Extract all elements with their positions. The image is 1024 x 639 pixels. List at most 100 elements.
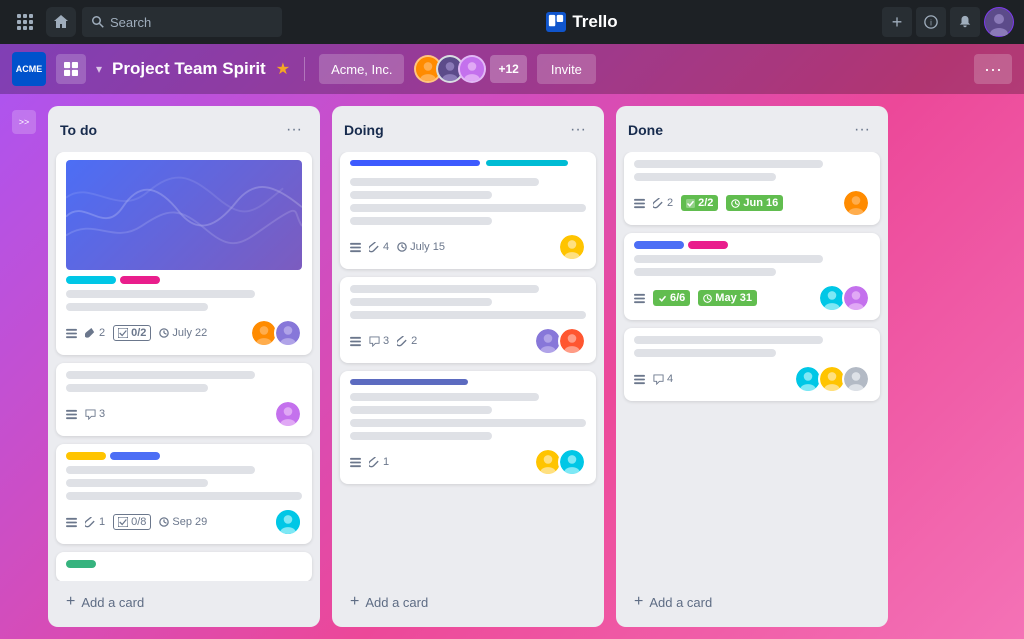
label-blue: [634, 241, 684, 249]
meta-attach: 4: [369, 241, 389, 253]
meta-attach: 1: [369, 456, 389, 468]
card-done-1[interactable]: 2 2/2 Jun 16: [624, 152, 880, 225]
card-done-3[interactable]: 4: [624, 328, 880, 401]
grid-menu-icon[interactable]: [10, 7, 40, 37]
card-avatar-gray: [842, 365, 870, 393]
card-todo-3[interactable]: 1 0/8 Sep 29: [56, 444, 312, 544]
meta-date: July 22: [159, 327, 207, 339]
card-meta: 1 0/8 Sep 29: [66, 508, 302, 536]
top-navigation: Search Trello + i: [0, 0, 1024, 44]
bar-blue2: [350, 379, 468, 385]
board-content: >> To do ···: [0, 94, 1024, 639]
card-text-3: [350, 204, 586, 212]
add-button[interactable]: +: [882, 7, 912, 37]
card-bars: [350, 160, 586, 170]
card-todo-2[interactable]: 3: [56, 363, 312, 436]
list-done: Done ··· 2 2/2: [616, 106, 888, 627]
list-todo-title: To do: [60, 122, 97, 138]
card-avatars: [794, 365, 870, 393]
card-avatar-orange: [842, 189, 870, 217]
board-chevron[interactable]: ▾: [96, 62, 102, 76]
card-todo-1[interactable]: 2 0/2: [56, 152, 312, 355]
card-done-2[interactable]: 6/6 May 31: [624, 233, 880, 320]
card-labels: [66, 452, 302, 460]
list-todo-menu[interactable]: ···: [280, 116, 308, 144]
board-star-icon[interactable]: ★: [276, 59, 290, 79]
card-avatars: [274, 508, 302, 536]
card-meta: 1: [350, 448, 586, 476]
card-doing-3[interactable]: 1: [340, 371, 596, 484]
card-text-3: [350, 419, 586, 427]
search-bar[interactable]: Search: [82, 7, 282, 37]
card-labels: [66, 560, 302, 568]
trello-icon: [546, 12, 566, 32]
meta-checklist: 0/2: [113, 325, 151, 341]
add-card-doing-button[interactable]: + Add a card: [340, 585, 596, 619]
list-doing-header: Doing ···: [332, 106, 604, 152]
list-todo: To do ···: [48, 106, 320, 627]
meta-comment: 3: [85, 408, 105, 420]
meta-list: [350, 457, 361, 468]
checklist-icon: [118, 328, 128, 338]
home-button[interactable]: [46, 7, 76, 37]
card-text-3: [66, 492, 302, 500]
card-text-2: [634, 268, 776, 276]
card-avatar-purple: [274, 319, 302, 347]
meta-date: July 15: [397, 241, 445, 253]
card-text-4: [350, 217, 492, 225]
card-avatars: [274, 400, 302, 428]
card-text-1: [350, 178, 539, 186]
member-avatar-3[interactable]: [458, 55, 486, 83]
list-done-cards: 2 2/2 Jun 16: [616, 152, 888, 581]
meta-list: [350, 242, 361, 253]
notifications-button[interactable]: [950, 7, 980, 37]
card-bar-single: [350, 379, 586, 385]
label-blue: [110, 452, 160, 460]
header-divider: [304, 57, 305, 81]
card-doing-2[interactable]: 3 2: [340, 277, 596, 363]
add-card-todo-button[interactable]: + Add a card: [56, 585, 312, 619]
info-button[interactable]: i: [916, 7, 946, 37]
card-meta: 4: [634, 365, 870, 393]
meta-comment: 3: [369, 335, 389, 347]
card-avatar-yellow: [558, 233, 586, 261]
card-todo-4[interactable]: [56, 552, 312, 581]
meta-checklist-done: 6/6: [653, 290, 690, 306]
card-text-1: [634, 160, 823, 168]
card-text-2: [634, 349, 776, 357]
card-doing-1[interactable]: 4 July 15: [340, 152, 596, 269]
list-doing-menu[interactable]: ···: [564, 116, 592, 144]
list-todo-cards: 2 0/2: [48, 152, 320, 581]
card-text-2: [350, 298, 492, 306]
brand-title: Trello: [572, 12, 617, 32]
collapse-sidebar-button[interactable]: >>: [12, 110, 36, 134]
nav-right-actions: + i: [882, 7, 1014, 37]
card-avatar-teal: [274, 508, 302, 536]
card-meta: 4 July 15: [350, 233, 586, 261]
meta-list: [66, 328, 77, 339]
list-icon: [66, 328, 77, 339]
board-logo: ACME: [12, 52, 46, 86]
card-text-1: [66, 290, 255, 298]
list-done-menu[interactable]: ···: [848, 116, 876, 144]
board-view-button[interactable]: [56, 54, 86, 84]
list-done-header: Done ···: [616, 106, 888, 152]
card-text-4: [350, 432, 492, 440]
search-placeholder: Search: [110, 15, 151, 30]
workspace-button[interactable]: Acme, Inc.: [319, 54, 404, 84]
board-more-button[interactable]: ···: [974, 54, 1012, 84]
card-image: [66, 160, 302, 270]
meta-attach: 2: [85, 327, 105, 339]
list-done-title: Done: [628, 122, 663, 138]
comment-icon: [85, 409, 96, 420]
add-card-done-button[interactable]: + Add a card: [624, 585, 880, 619]
clock-icon: [159, 328, 169, 338]
card-text-1: [66, 371, 255, 379]
list-doing-cards: 4 July 15: [332, 152, 604, 581]
card-avatars: [818, 284, 870, 312]
member-count-badge[interactable]: +12: [490, 55, 526, 83]
label-green: [66, 560, 96, 568]
card-text-2: [66, 479, 208, 487]
user-avatar[interactable]: [984, 7, 1014, 37]
invite-button[interactable]: Invite: [537, 54, 596, 84]
